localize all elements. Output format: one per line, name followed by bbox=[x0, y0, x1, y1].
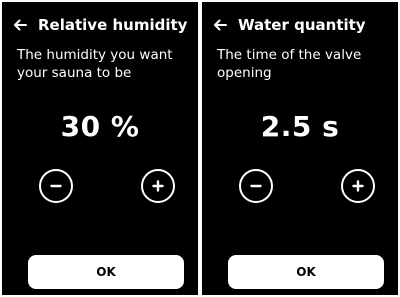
arrow-left-icon[interactable] bbox=[12, 17, 28, 33]
ok-button[interactable]: OK bbox=[228, 255, 384, 289]
plus-icon bbox=[152, 180, 164, 192]
minus-icon bbox=[250, 184, 262, 188]
decrease-button[interactable] bbox=[39, 169, 73, 203]
description-text: The time of the valve opening bbox=[217, 47, 362, 81]
page-title: Water quantity bbox=[238, 15, 366, 34]
page-title: Relative humidity bbox=[38, 15, 188, 34]
humidity-value: 30 % bbox=[60, 110, 140, 143]
description-text: The humidity you want your sauna to be bbox=[17, 47, 173, 81]
humidity-screen: Relative humidity The humidity you want … bbox=[2, 2, 198, 295]
arrow-left-icon[interactable] bbox=[212, 17, 228, 33]
header: Water quantity bbox=[212, 14, 392, 36]
increase-button[interactable] bbox=[341, 169, 375, 203]
ok-button[interactable]: OK bbox=[28, 255, 184, 289]
water-quantity-value: 2.5 s bbox=[260, 110, 340, 143]
header: Relative humidity bbox=[12, 14, 192, 36]
decrease-button[interactable] bbox=[239, 169, 273, 203]
minus-icon bbox=[50, 184, 62, 188]
plus-icon bbox=[352, 180, 364, 192]
increase-button[interactable] bbox=[141, 169, 175, 203]
water-quantity-screen: Water quantity The time of the valve ope… bbox=[202, 2, 398, 295]
